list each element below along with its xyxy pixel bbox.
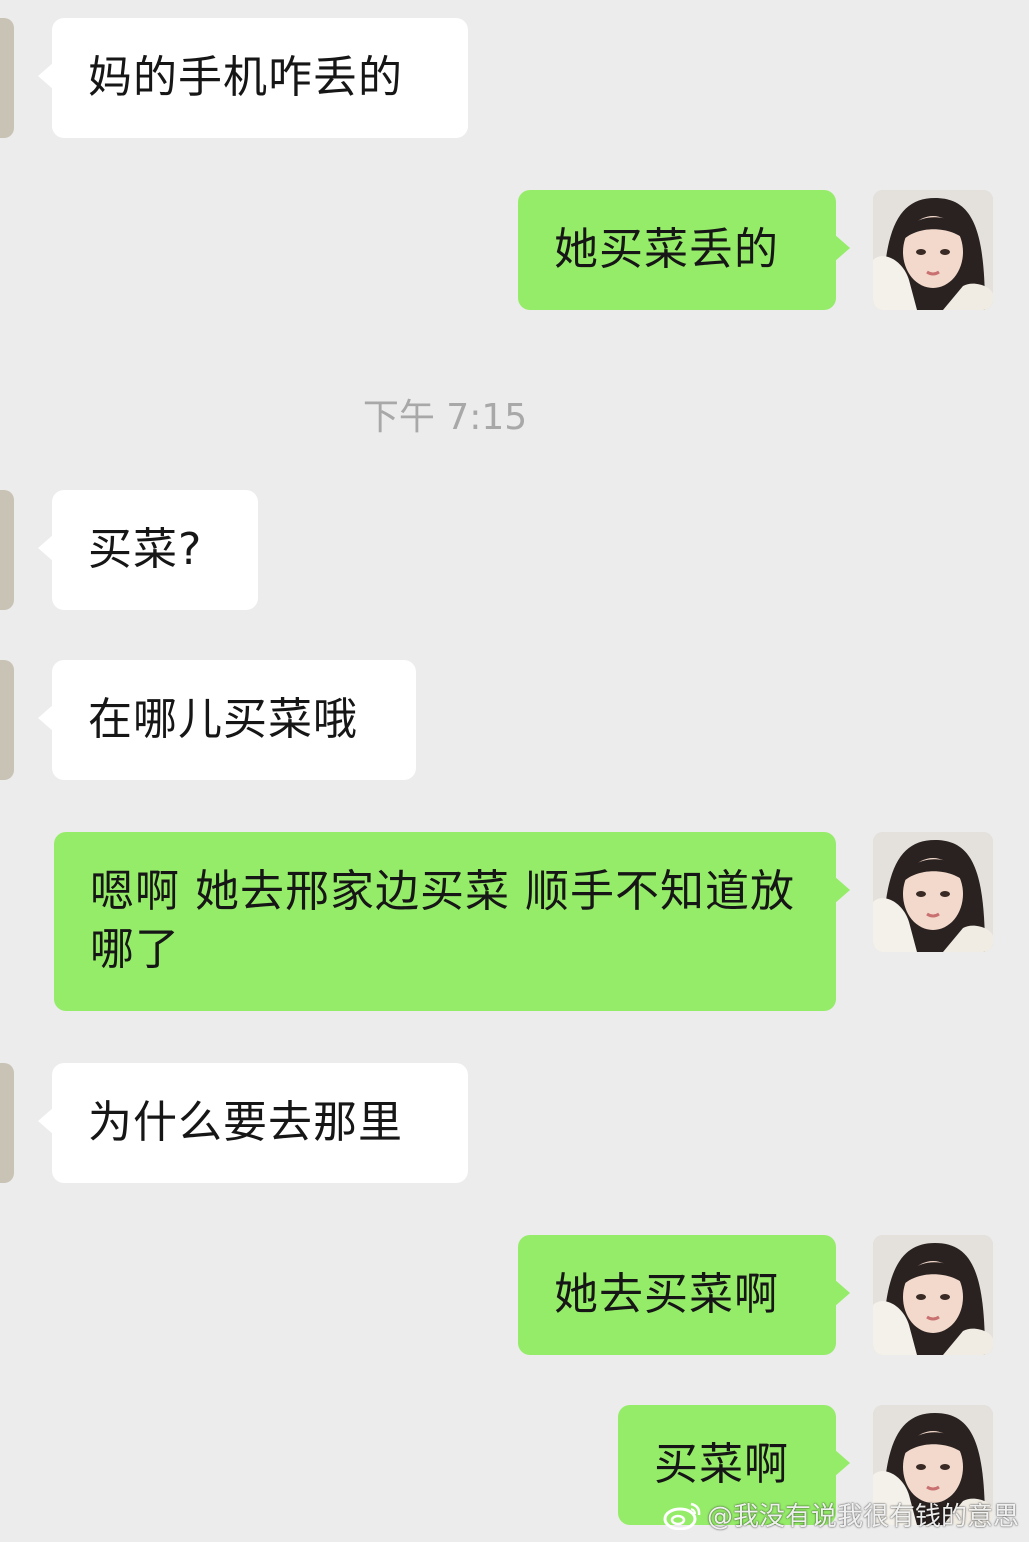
sender-avatar-edge[interactable] [0, 1063, 14, 1183]
bubble-tail [38, 1107, 54, 1135]
message-text: 买菜? [88, 524, 203, 575]
incoming-message-bubble[interactable]: 买菜? [38, 490, 258, 610]
sender-avatar-edge[interactable] [0, 18, 14, 138]
outgoing-message-bubble[interactable]: 她去买菜啊 [518, 1235, 850, 1355]
user-photo-avatar-icon [873, 1235, 993, 1355]
message-text: 妈的手机咋丢的 [88, 52, 403, 103]
self-avatar[interactable] [873, 832, 993, 952]
bubble-tail [834, 234, 850, 262]
bubble-tail [834, 876, 850, 904]
outgoing-message-bubble[interactable]: 嗯啊 她去邢家边买菜 顺手不知道放哪了 [54, 832, 850, 1011]
user-photo-avatar-icon [873, 190, 993, 310]
incoming-message-bubble[interactable]: 妈的手机咋丢的 [38, 18, 468, 138]
message-timestamp: 下午 7:15 [362, 397, 528, 438]
message-text: 在哪儿买菜哦 [88, 694, 358, 745]
bubble-tail [38, 534, 54, 562]
self-avatar[interactable] [873, 1235, 993, 1355]
weibo-logo-icon [663, 1502, 701, 1530]
self-avatar[interactable] [873, 190, 993, 310]
message-text: 她去买菜啊 [554, 1269, 779, 1320]
message-text: 嗯啊 她去邢家边买菜 顺手不知道放哪了 [90, 866, 795, 975]
bubble-tail [834, 1279, 850, 1307]
user-photo-avatar-icon [873, 832, 993, 952]
sender-avatar-edge[interactable] [0, 490, 14, 610]
chat-screen: 妈的手机咋丢的 她买菜丢的 下午 7:15 买菜? 在哪儿买菜哦 嗯啊 她去邢家… [0, 0, 1029, 1542]
message-text: 她买菜丢的 [554, 224, 779, 275]
incoming-message-bubble[interactable]: 在哪儿买菜哦 [38, 660, 416, 780]
watermark-text: @我没有说我很有钱的意思 [706, 1502, 1019, 1532]
message-text: 为什么要去那里 [88, 1097, 403, 1148]
outgoing-message-bubble[interactable]: 她买菜丢的 [518, 190, 850, 310]
incoming-message-bubble[interactable]: 为什么要去那里 [38, 1063, 468, 1183]
bubble-tail [38, 704, 54, 732]
bubble-tail [834, 1449, 850, 1477]
sender-avatar-edge[interactable] [0, 660, 14, 780]
bubble-tail [38, 62, 54, 90]
message-text: 买菜啊 [654, 1439, 789, 1490]
watermark: @我没有说我很有钱的意思 [663, 1496, 1019, 1533]
